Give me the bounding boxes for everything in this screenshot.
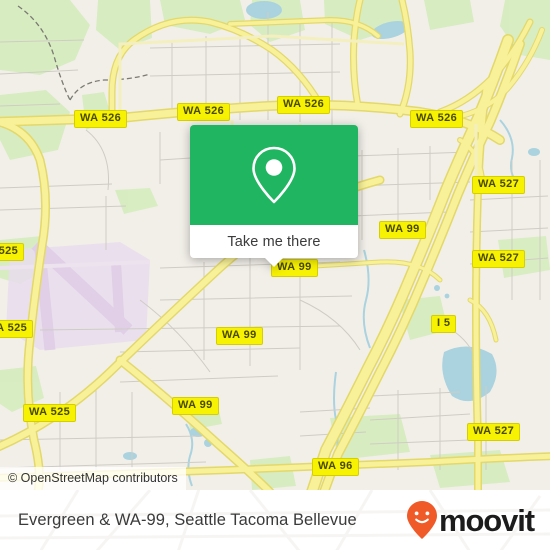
- road-shield[interactable]: WA 525: [23, 404, 77, 422]
- popup-action-footer[interactable]: Take me there: [190, 225, 358, 267]
- bottom-info-bar: Evergreen & WA-99, Seattle Tacoma Bellev…: [0, 490, 550, 550]
- place-title: Evergreen & WA-99, Seattle Tacoma Bellev…: [18, 510, 357, 529]
- road-shield[interactable]: WA 96: [312, 458, 359, 476]
- screenshot-root: WA 526 WA 526 WA 526 WA 526 WA 527 WA 52…: [0, 0, 550, 550]
- road-shield[interactable]: WA 527: [472, 176, 526, 194]
- moovit-logo[interactable]: moovit: [406, 500, 535, 540]
- take-me-there-label: Take me there: [227, 233, 321, 250]
- road-shield[interactable]: WA 99: [379, 221, 426, 239]
- road-shield[interactable]: WA 526: [277, 96, 331, 114]
- popup-image-panel: [190, 125, 358, 225]
- road-shield[interactable]: WA 526: [74, 110, 128, 128]
- road-shield[interactable]: I 5: [431, 315, 457, 333]
- map-attribution[interactable]: © OpenStreetMap contributors: [0, 467, 186, 490]
- map-canvas[interactable]: WA 526 WA 526 WA 526 WA 526 WA 527 WA 52…: [0, 0, 550, 490]
- map-pin-icon: [252, 146, 296, 204]
- road-shield[interactable]: WA 525: [0, 320, 34, 338]
- road-shield[interactable]: WA 525: [0, 243, 25, 261]
- popup-pointer-tail: [265, 258, 283, 267]
- road-shield[interactable]: WA 99: [172, 397, 219, 415]
- road-shield[interactable]: WA 526: [410, 110, 464, 128]
- moovit-wordmark: moovit: [438, 502, 535, 538]
- place-popup-card[interactable]: Take me there: [190, 125, 358, 267]
- road-shield[interactable]: WA 99: [216, 327, 263, 345]
- road-shield[interactable]: WA 527: [467, 423, 521, 441]
- road-shield[interactable]: WA 527: [472, 250, 526, 268]
- road-shield[interactable]: WA 526: [177, 103, 231, 121]
- moovit-pin-icon: [406, 501, 437, 539]
